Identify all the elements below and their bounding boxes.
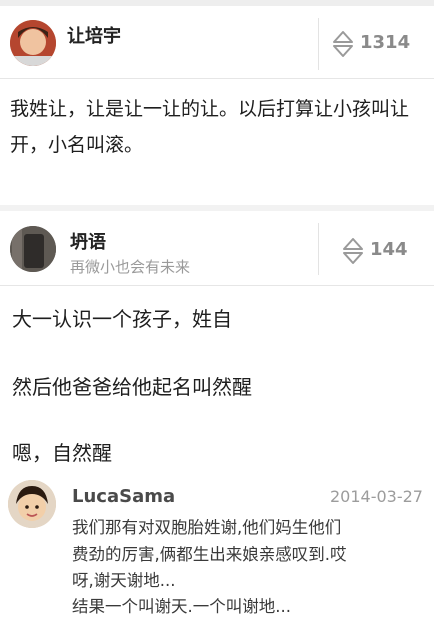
answer-2-header: 坍语 再微小也会有未来 144 [0, 213, 434, 283]
comment-date: 2014-03-27 [330, 487, 423, 506]
comment-line: 呀,谢天谢地... [72, 571, 176, 590]
answer-paragraph: 嗯，自然醒 [12, 441, 112, 465]
section-gap [0, 205, 434, 211]
up-down-arrows-icon [333, 31, 353, 57]
vote-count: 144 [370, 239, 408, 260]
answer-author-name[interactable]: 让培宇 [67, 22, 121, 48]
vote-count: 1314 [360, 32, 411, 53]
top-strip [0, 0, 434, 6]
answer-1-header: 让培宇 1314 [0, 8, 434, 78]
comment-line: 费劲的厉害,俩都生出来娘亲感叹到.哎 [72, 545, 347, 564]
comment-line: 我们那有对双胞胎姓谢,他们妈生他们 [72, 518, 342, 537]
answer-content: 我姓让，让是让一让的让。以后打算让小孩叫让开，小名叫滚。 [10, 98, 410, 156]
answer-author-name[interactable]: 坍语 [70, 228, 106, 254]
avatar-image [8, 480, 56, 528]
avatar-image [10, 226, 56, 272]
comment-author-name[interactable]: LucaSama [72, 486, 175, 507]
vote-button[interactable]: 1314 [332, 28, 412, 60]
divider [0, 78, 434, 79]
bottom-strip [0, 626, 434, 642]
vote-button[interactable]: 144 [342, 235, 416, 267]
vote-divider [318, 18, 319, 70]
answer-paragraph: 大一认识一个孩子，姓自 [12, 307, 232, 331]
avatar[interactable] [10, 20, 56, 66]
answer-paragraph: 然后他爸爸给他起名叫然醒 [12, 375, 252, 399]
avatar-image [10, 20, 56, 66]
avatar[interactable] [10, 226, 56, 272]
author-bio: 再微小也会有未来 [70, 258, 191, 276]
comment-line: 结果一个叫谢天.一个叫谢地... [72, 597, 291, 616]
divider [0, 285, 434, 286]
up-down-arrows-icon [343, 238, 363, 264]
vote-divider [318, 223, 319, 275]
comment-avatar[interactable] [8, 480, 56, 528]
